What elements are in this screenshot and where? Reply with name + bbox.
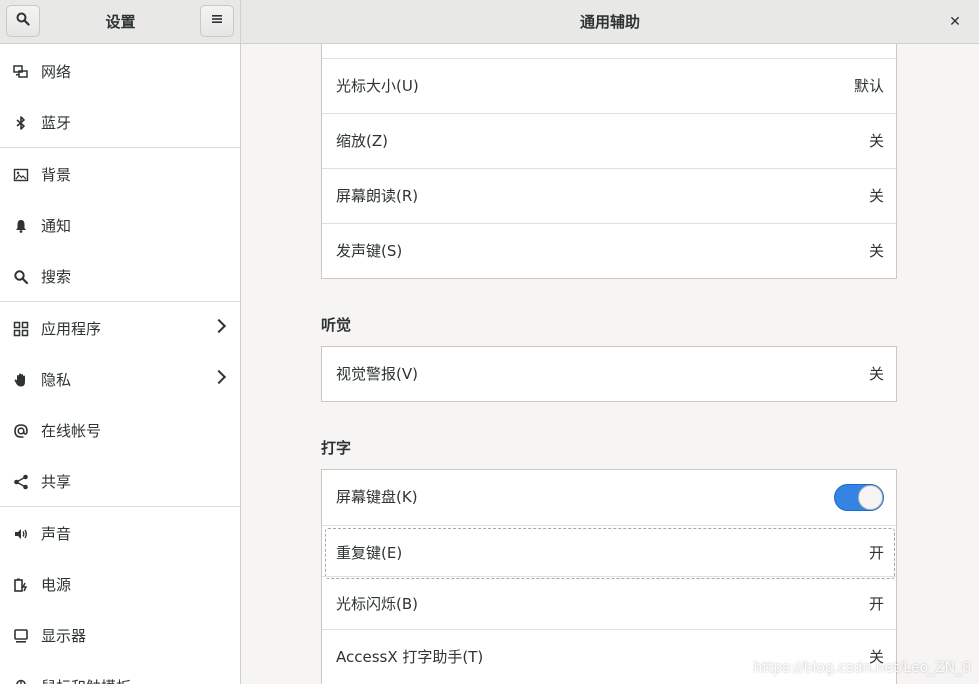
sidebar-item-power[interactable]: 电源 [0, 559, 240, 610]
hand-icon [12, 371, 30, 389]
repeat-keys-row[interactable]: 重复键(E) 开 [322, 526, 898, 581]
background-icon [12, 166, 30, 184]
row-value: 默认 [853, 77, 884, 95]
mouse-icon [12, 678, 30, 684]
sound-keys-row[interactable]: 发声键(S) 关 [322, 224, 898, 279]
share-icon [12, 473, 30, 491]
row-label: 屏幕键盘(K) [336, 488, 418, 506]
menu-button[interactable] [200, 5, 234, 37]
main-content: 光标大小(U) 默认 缩放(Z) 关 屏幕朗读(R) 关 发声键(S) 关 听觉… [241, 44, 979, 684]
row-value: 关 [868, 242, 884, 260]
close-button[interactable]: ✕ [945, 12, 965, 32]
zoom-row[interactable]: 缩放(Z) 关 [322, 114, 898, 169]
at-icon [12, 422, 30, 440]
sidebar-item-label: 共享 [41, 473, 72, 491]
toggle-knob [858, 485, 883, 510]
sidebar-item-label: 鼠标和触摸板 [41, 676, 131, 684]
sidebar-item-label: 显示器 [41, 627, 87, 645]
row-label: 发声键(S) [336, 242, 403, 260]
display-icon [12, 627, 30, 645]
typing-section-title: 打字 [321, 439, 352, 457]
watermark: https://blog.csdn.net/Leo_ZN_0 [753, 660, 971, 676]
sidebar: 网络 蓝牙 背景 通知 搜索 应用程序 隐私 在线帐号 共享 声音 电源 显示器 [0, 44, 241, 684]
row-value: 关 [868, 132, 884, 150]
page-title: 通用辅助 [579, 13, 640, 31]
hearing-section: 视觉警报(V) 关 [321, 346, 897, 402]
sidebar-item-label: 搜索 [41, 268, 72, 286]
row-label: 光标闪烁(B) [336, 595, 418, 613]
sidebar-item-applications[interactable]: 应用程序 [0, 303, 240, 354]
sidebar-item-search[interactable]: 搜索 [0, 251, 240, 302]
sidebar-item-label: 在线帐号 [41, 422, 102, 440]
chevron-right-icon [211, 369, 227, 385]
row-value: 开 [868, 595, 884, 613]
typing-section: 屏幕键盘(K) 重复键(E) 开 光标闪烁(B) 开 AccessX 打字助手(… [321, 469, 898, 684]
sidebar-item-online-accounts[interactable]: 在线帐号 [0, 405, 240, 456]
sidebar-item-bluetooth[interactable]: 蓝牙 [0, 97, 240, 148]
sidebar-item-label: 背景 [41, 166, 72, 184]
main-header: 通用辅助 ✕ [241, 0, 979, 44]
screen-keyboard-toggle[interactable] [834, 484, 884, 511]
search-icon [12, 268, 30, 286]
sidebar-divider [0, 301, 240, 302]
cursor-size-row[interactable]: 光标大小(U) 默认 [322, 59, 898, 114]
sidebar-item-label: 电源 [41, 576, 72, 594]
network-icon [12, 63, 30, 81]
row-label: 光标大小(U) [336, 77, 419, 95]
headerbar: 设置 通用辅助 ✕ [0, 0, 979, 44]
close-icon: ✕ [949, 14, 961, 30]
sidebar-item-label: 隐私 [41, 371, 72, 389]
sidebar-item-label: 蓝牙 [41, 114, 72, 132]
row-value: 开 [868, 544, 884, 562]
sidebar-item-displays[interactable]: 显示器 [0, 610, 240, 661]
hearing-section-title: 听觉 [321, 316, 352, 334]
sidebar-item-label: 通知 [41, 217, 72, 235]
row-label: AccessX 打字助手(T) [336, 648, 484, 666]
sidebar-item-label: 声音 [41, 525, 72, 543]
row-value: 关 [868, 365, 884, 383]
bell-icon [12, 217, 30, 235]
sidebar-header: 设置 [0, 0, 241, 44]
focus-ring [325, 528, 895, 579]
screen-reader-row[interactable]: 屏幕朗读(R) 关 [322, 169, 898, 224]
row-label: 重复键(E) [336, 544, 403, 562]
row-label: 缩放(Z) [336, 132, 388, 150]
sidebar-item-privacy[interactable]: 隐私 [0, 354, 240, 405]
sidebar-item-sharing[interactable]: 共享 [0, 456, 240, 507]
hamburger-icon [211, 13, 223, 29]
sidebar-item-sound[interactable]: 声音 [0, 508, 240, 559]
row-value: 关 [868, 187, 884, 205]
power-icon [12, 576, 30, 594]
cursor-blinking-row[interactable]: 光标闪烁(B) 开 [322, 577, 898, 632]
row-label: 屏幕朗读(R) [336, 187, 419, 205]
sidebar-divider [0, 147, 240, 148]
screen-keyboard-row[interactable]: 屏幕键盘(K) [322, 470, 898, 525]
row-label: 视觉警报(V) [336, 365, 418, 383]
chevron-right-icon [211, 318, 227, 334]
speaker-icon [12, 525, 30, 543]
seeing-section: 光标大小(U) 默认 缩放(Z) 关 屏幕朗读(R) 关 发声键(S) 关 [321, 44, 898, 279]
sidebar-item-label: 应用程序 [41, 320, 102, 338]
sidebar-item-notifications[interactable]: 通知 [0, 200, 240, 251]
bluetooth-icon [12, 114, 30, 132]
sidebar-divider [0, 506, 240, 507]
apps-icon [12, 320, 30, 338]
sidebar-item-background[interactable]: 背景 [0, 149, 240, 200]
sidebar-item-label: 网络 [41, 63, 72, 81]
sidebar-item-mouse-touchpad[interactable]: 鼠标和触摸板 [0, 661, 240, 684]
visual-alerts-row[interactable]: 视觉警报(V) 关 [322, 347, 898, 402]
sidebar-item-network[interactable]: 网络 [0, 46, 240, 97]
